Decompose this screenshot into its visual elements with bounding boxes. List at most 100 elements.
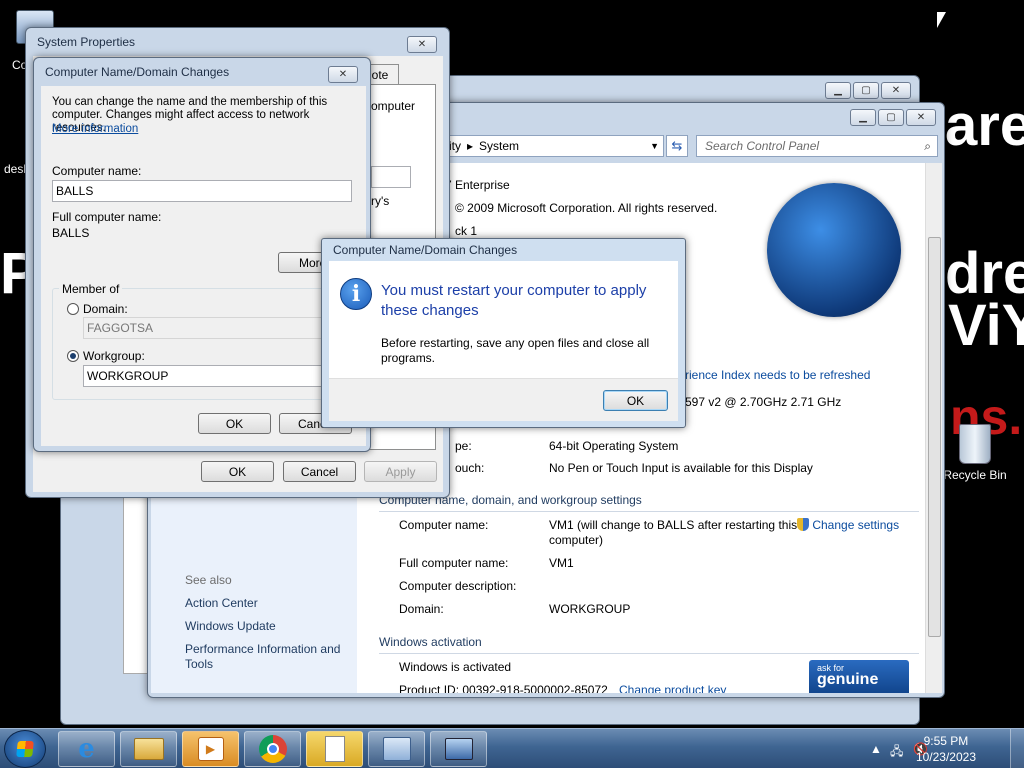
taskbar: e ▶ ▲ 🖧 🔇 9:55 PM 10/23/2023 bbox=[0, 728, 1024, 768]
ok-button[interactable]: OK bbox=[198, 413, 271, 434]
activation-status: Windows is activated bbox=[399, 660, 512, 674]
see-also-performance[interactable]: Performance Information and Tools bbox=[185, 642, 355, 672]
description-label: Computer description: bbox=[399, 579, 517, 593]
more-information-link[interactable]: More information bbox=[52, 123, 138, 135]
clock[interactable]: 9:55 PM 10/23/2023 bbox=[916, 733, 976, 765]
minimize-button[interactable]: ▁ bbox=[825, 82, 851, 99]
document-icon bbox=[324, 736, 345, 762]
pen-touch-label: ouch: bbox=[455, 461, 485, 475]
window-title: Computer Name/Domain Changes bbox=[333, 243, 518, 257]
taskbar-notepad[interactable] bbox=[306, 731, 363, 767]
wallpaper-text: ViY bbox=[948, 293, 1024, 358]
taskbar-explorer[interactable] bbox=[120, 731, 177, 767]
computer-name-input[interactable]: BALLS bbox=[52, 180, 352, 202]
workgroup-radio[interactable] bbox=[67, 350, 79, 362]
vertical-scrollbar[interactable] bbox=[925, 163, 942, 693]
windows-logo bbox=[767, 183, 901, 317]
domain-radio[interactable] bbox=[67, 303, 79, 315]
change-settings-label: Change settings bbox=[812, 518, 900, 532]
full-name-label: Full computer name: bbox=[399, 556, 509, 570]
close-button[interactable]: ✕ bbox=[906, 109, 936, 126]
computer-icon bbox=[444, 738, 473, 760]
restart-body: Before restarting, save any open files a… bbox=[381, 336, 650, 365]
windows-logo-icon bbox=[16, 741, 34, 757]
network-icon[interactable]: 🖧 bbox=[890, 742, 903, 763]
taskbar-control-panel[interactable] bbox=[368, 731, 425, 767]
information-icon: i bbox=[340, 278, 372, 310]
recycle-bin-icon bbox=[959, 424, 991, 464]
domain-label: Domain: bbox=[83, 302, 128, 316]
section-activation: Windows activation bbox=[379, 635, 918, 654]
window-title: System Properties bbox=[37, 35, 136, 49]
member-of-label: Member of bbox=[59, 282, 123, 296]
maximize-button[interactable]: ▢ bbox=[878, 109, 904, 126]
media-player-icon: ▶ bbox=[197, 737, 224, 761]
chevron-down-icon[interactable]: ▼ bbox=[650, 141, 659, 151]
desktop-icon-recycle-bin[interactable]: Recycle Bin bbox=[940, 424, 1010, 482]
window-title: Computer Name/Domain Changes bbox=[45, 65, 230, 79]
clock-date: 10/23/2023 bbox=[915, 750, 976, 764]
experience-index-link[interactable]: rience Index needs to be refreshed bbox=[685, 368, 870, 382]
taskbar-internet-explorer[interactable]: e bbox=[58, 731, 115, 767]
taskbar-media-player[interactable]: ▶ bbox=[182, 731, 239, 767]
shield-icon bbox=[797, 518, 809, 531]
refresh-button[interactable]: ⇆ bbox=[666, 135, 688, 157]
genuine-badge-main: genuine bbox=[817, 671, 879, 688]
see-also-action-center[interactable]: Action Center bbox=[185, 596, 258, 610]
system-type-value: 64-bit Operating System bbox=[549, 439, 679, 453]
service-pack: ck 1 bbox=[455, 224, 478, 238]
tab-text: omputer bbox=[371, 99, 416, 113]
ok-button[interactable]: OK bbox=[603, 390, 668, 411]
breadcrumb[interactable]: System bbox=[479, 139, 519, 153]
full-name-label: Full computer name: bbox=[52, 210, 162, 224]
search-input[interactable]: Search Control Panel ⌕ bbox=[696, 135, 938, 157]
search-icon[interactable]: ⌕ bbox=[924, 139, 931, 154]
change-settings-link[interactable]: Change settings bbox=[797, 518, 899, 532]
domain-label: Domain: bbox=[399, 602, 444, 616]
see-also-windows-update[interactable]: Windows Update bbox=[185, 619, 276, 633]
close-button[interactable]: ✕ bbox=[407, 36, 437, 53]
taskbar-system[interactable] bbox=[430, 731, 487, 767]
computer-name-label: Computer name: bbox=[399, 518, 489, 532]
minimize-button[interactable]: ▁ bbox=[850, 109, 876, 126]
desktop-icon-label: Recycle Bin bbox=[943, 468, 1007, 482]
close-button[interactable]: ✕ bbox=[328, 66, 358, 83]
folder-icon bbox=[133, 738, 164, 760]
workgroup-label: Workgroup: bbox=[83, 349, 145, 363]
start-button[interactable] bbox=[4, 730, 46, 768]
description-field[interactable] bbox=[371, 166, 411, 188]
dialog-body: i You must restart your computer to appl… bbox=[329, 261, 678, 421]
maximize-button[interactable]: ▢ bbox=[853, 82, 879, 99]
full-name-value: VM1 bbox=[549, 556, 574, 570]
processor-value: 597 v2 @ 2.70GHz 2.71 GHz bbox=[685, 395, 842, 409]
genuine-badge[interactable]: ask for genuine bbox=[809, 660, 909, 693]
dialog-body: You can change the name and the membersh… bbox=[41, 86, 366, 446]
cancel-button[interactable]: Cancel bbox=[283, 461, 356, 482]
computer-name-value: VM1 (will change to BALLS after restarti… bbox=[549, 518, 798, 547]
tab-text: ry's bbox=[371, 194, 390, 208]
change-product-key-link[interactable]: Change product key bbox=[619, 683, 726, 693]
taskbar-chrome[interactable] bbox=[244, 731, 301, 767]
mouse-cursor-icon bbox=[937, 12, 946, 28]
apply-button[interactable]: Apply bbox=[364, 461, 437, 482]
ok-button[interactable]: OK bbox=[201, 461, 274, 482]
clock-time: 9:55 PM bbox=[923, 734, 969, 748]
scrollbar-thumb[interactable] bbox=[928, 237, 941, 637]
computer-name-label: Computer name: bbox=[52, 164, 142, 178]
search-placeholder: Search Control Panel bbox=[705, 139, 820, 153]
pen-touch-value: No Pen or Touch Input is available for t… bbox=[549, 461, 813, 475]
windows-edition: 7 Enterprise bbox=[445, 178, 510, 192]
close-button[interactable]: ✕ bbox=[881, 82, 911, 99]
domain-value: WORKGROUP bbox=[549, 602, 631, 616]
restart-required-dialog: Computer Name/Domain Changes i You must … bbox=[321, 238, 686, 428]
show-desktop-button[interactable] bbox=[1010, 729, 1024, 768]
chrome-icon bbox=[258, 735, 287, 763]
show-hidden-icons[interactable]: ▲ bbox=[870, 742, 882, 756]
product-id: Product ID: 00392-918-5000002-85072 bbox=[399, 683, 608, 693]
full-name-value: BALLS bbox=[52, 226, 90, 240]
copyright-text: © 2009 Microsoft Corporation. All rights… bbox=[455, 201, 718, 215]
control-panel-icon bbox=[382, 737, 411, 761]
restart-heading: You must restart your computer to apply … bbox=[381, 282, 647, 319]
see-also-heading: See also bbox=[185, 573, 232, 587]
address-bar[interactable]: rity ▸ System ▼ bbox=[438, 135, 664, 157]
